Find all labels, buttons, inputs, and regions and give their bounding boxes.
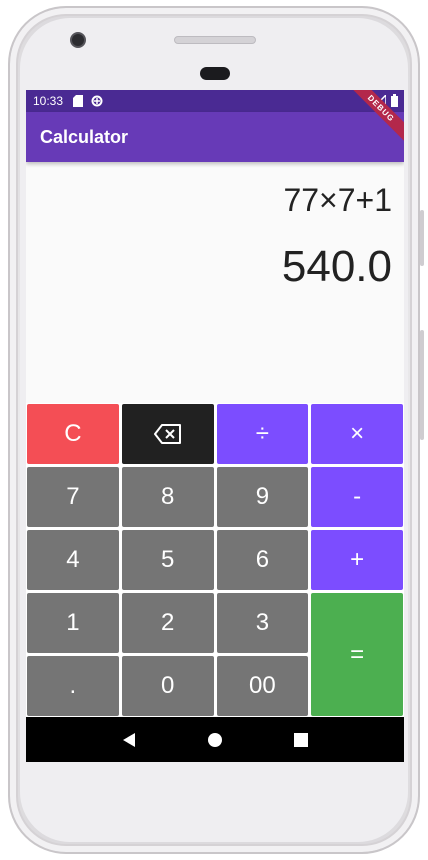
navigation-bar xyxy=(26,717,404,762)
power-button xyxy=(420,210,424,266)
equals-button[interactable]: = xyxy=(310,592,404,717)
sd-card-icon xyxy=(73,95,84,107)
keypad: C ÷ × 7 8 9 - 4 5 6 + 1 2 3 = . 0 00 xyxy=(26,403,404,717)
screen: 10:33 Calculator DEBUG 77×7+1 540.0 C ÷ … xyxy=(26,90,404,762)
eight-button[interactable]: 8 xyxy=(120,466,215,528)
minus-button[interactable]: - xyxy=(310,466,404,528)
earpiece-speaker xyxy=(174,36,256,44)
battery-icon xyxy=(391,94,398,110)
backspace-icon xyxy=(153,424,181,444)
back-nav-button[interactable] xyxy=(114,725,144,755)
zero-button[interactable]: 0 xyxy=(120,655,215,717)
front-camera xyxy=(70,32,86,48)
app-bar: Calculator xyxy=(26,112,404,162)
nine-button[interactable]: 9 xyxy=(215,466,310,528)
seven-button[interactable]: 7 xyxy=(26,466,120,528)
data-saver-icon xyxy=(91,95,103,107)
home-circle-icon xyxy=(208,732,222,747)
expression-text: 77×7+1 xyxy=(283,182,392,218)
multiply-button[interactable]: × xyxy=(310,403,404,465)
app-title: Calculator xyxy=(40,126,129,147)
clear-button[interactable]: C xyxy=(26,403,120,465)
double-zero-button[interactable]: 00 xyxy=(215,655,310,717)
status-time: 10:33 xyxy=(33,94,64,108)
one-button[interactable]: 1 xyxy=(26,592,120,654)
recents-square-icon xyxy=(294,732,308,747)
six-button[interactable]: 6 xyxy=(215,529,310,591)
status-bar: 10:33 xyxy=(26,90,404,112)
decimal-button[interactable]: . xyxy=(26,655,120,717)
backspace-button[interactable] xyxy=(120,403,215,465)
volume-button xyxy=(420,330,424,440)
home-nav-button[interactable] xyxy=(200,725,230,755)
two-button[interactable]: 2 xyxy=(120,592,215,654)
three-button[interactable]: 3 xyxy=(215,592,310,654)
plus-button[interactable]: + xyxy=(310,529,404,591)
calculator-display: 77×7+1 540.0 xyxy=(26,162,404,403)
proximity-sensor xyxy=(200,67,230,80)
divide-button[interactable]: ÷ xyxy=(215,403,310,465)
recents-nav-button[interactable] xyxy=(286,725,316,755)
four-button[interactable]: 4 xyxy=(26,529,120,591)
back-triangle-icon xyxy=(123,732,135,747)
five-button[interactable]: 5 xyxy=(120,529,215,591)
result-text: 540.0 xyxy=(281,242,392,291)
